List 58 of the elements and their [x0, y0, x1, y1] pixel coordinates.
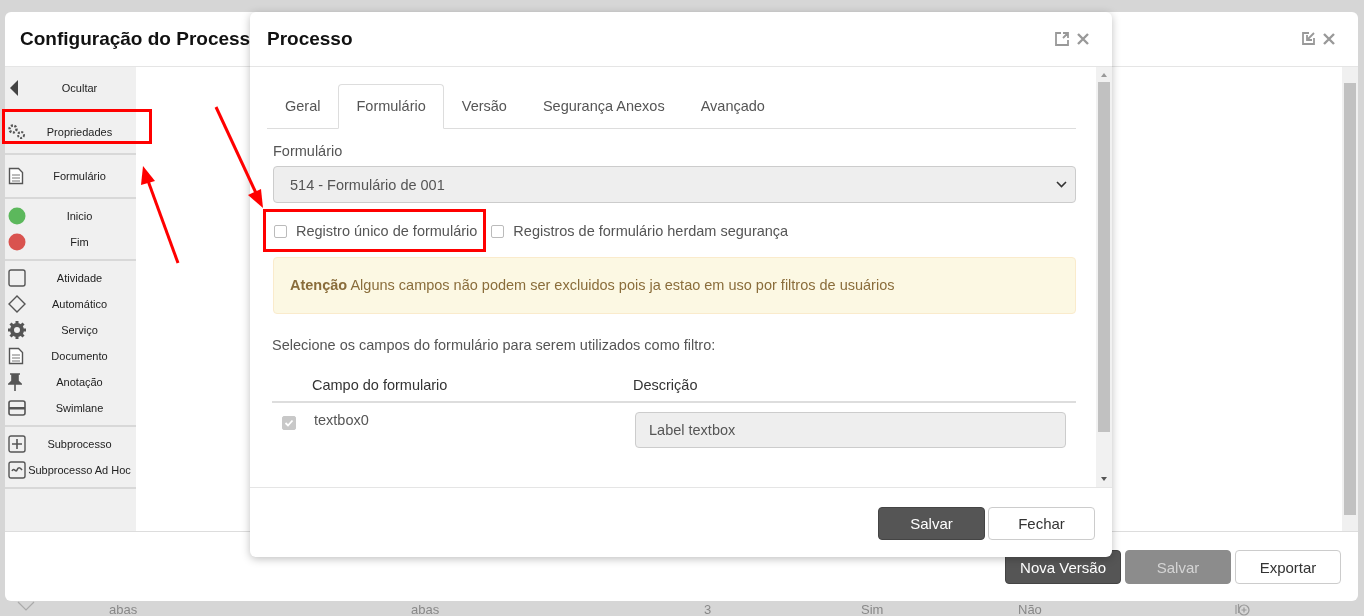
dialog-button[interactable]: Fechar [988, 507, 1095, 540]
table-cell: 3 [704, 602, 712, 616]
table-cell: abas [411, 602, 440, 616]
palette-item[interactable]: Ocultar [5, 71, 136, 105]
column-header: Campo do formulario [311, 377, 449, 393]
palette-item[interactable]: Documento [5, 343, 136, 369]
close-icon[interactable] [1322, 32, 1336, 46]
swimlane-icon [8, 399, 26, 417]
dialog-title: Processo [267, 28, 353, 50]
palette-item[interactable]: Anotação [5, 369, 136, 395]
field-label: Formulário [273, 143, 344, 159]
plus-box-icon [8, 435, 26, 453]
tab[interactable]: Versão [443, 84, 525, 129]
diamond-icon [8, 295, 26, 313]
checkbox[interactable] [282, 416, 296, 430]
tab[interactable]: Geral [267, 84, 339, 129]
scrollbar[interactable] [1096, 67, 1112, 487]
close-icon[interactable] [1076, 32, 1090, 46]
table-cell: Não [1018, 602, 1042, 616]
palette-item[interactable]: Fim [5, 229, 136, 255]
square-icon [8, 269, 26, 287]
document-icon [8, 347, 24, 365]
scroll-down-arrow-icon[interactable] [1100, 476, 1108, 482]
caret-icon [8, 79, 20, 97]
palette-item[interactable]: Subprocesso [5, 431, 136, 457]
tab[interactable]: Formulário [338, 84, 444, 129]
palette-item[interactable]: Swimlane [5, 395, 136, 421]
wave-box-icon [8, 461, 26, 479]
warning-alert: Atenção Alguns campos não podem ser excluidos pois ja estao em uso por filtros de usuários [273, 257, 1076, 314]
instruction-text: Selecione os campos do formulário para serem utilizados como filtro: [272, 337, 717, 353]
palette-item[interactable]: Propriedades [5, 115, 136, 149]
palette-item[interactable]: Subprocesso Ad Hoc [5, 457, 136, 483]
palette-item[interactable]: Automático [5, 291, 136, 317]
checkbox-option[interactable]: Registros de formulário herdam segurança [491, 223, 789, 239]
external-link-icon[interactable] [1054, 31, 1070, 47]
tab[interactable]: Segurança Anexos [524, 84, 683, 129]
form-select[interactable]: 514 - Formulário de 001 [273, 166, 1076, 203]
palette-item[interactable]: Atividade [5, 265, 136, 291]
chevron-icon [17, 601, 35, 611]
palette-item[interactable]: Serviço [5, 317, 136, 343]
document-icon [8, 167, 24, 185]
chevron-icon [1056, 181, 1067, 188]
gear-icon [8, 321, 26, 339]
table-cell: Sim [861, 602, 884, 616]
scroll-up-arrow-icon[interactable] [1100, 72, 1108, 78]
palette-item[interactable]: Formulário [5, 159, 136, 193]
table-cell-text: textbox0 [313, 412, 370, 428]
scrollbar[interactable] [1342, 67, 1358, 531]
check-icon [284, 418, 294, 428]
footer-button[interactable]: Exportar [1235, 550, 1341, 584]
palette-item[interactable]: Inicio [5, 203, 136, 229]
dialog-button[interactable]: Salvar [878, 507, 985, 540]
tab[interactable]: Avançado [682, 84, 783, 129]
restore-icon[interactable] [1300, 31, 1316, 47]
pushpin-icon [8, 373, 22, 391]
table-cell: abas [109, 602, 138, 616]
window-title: Configuração do Process [20, 28, 251, 50]
column-header: Descrição [633, 377, 698, 393]
